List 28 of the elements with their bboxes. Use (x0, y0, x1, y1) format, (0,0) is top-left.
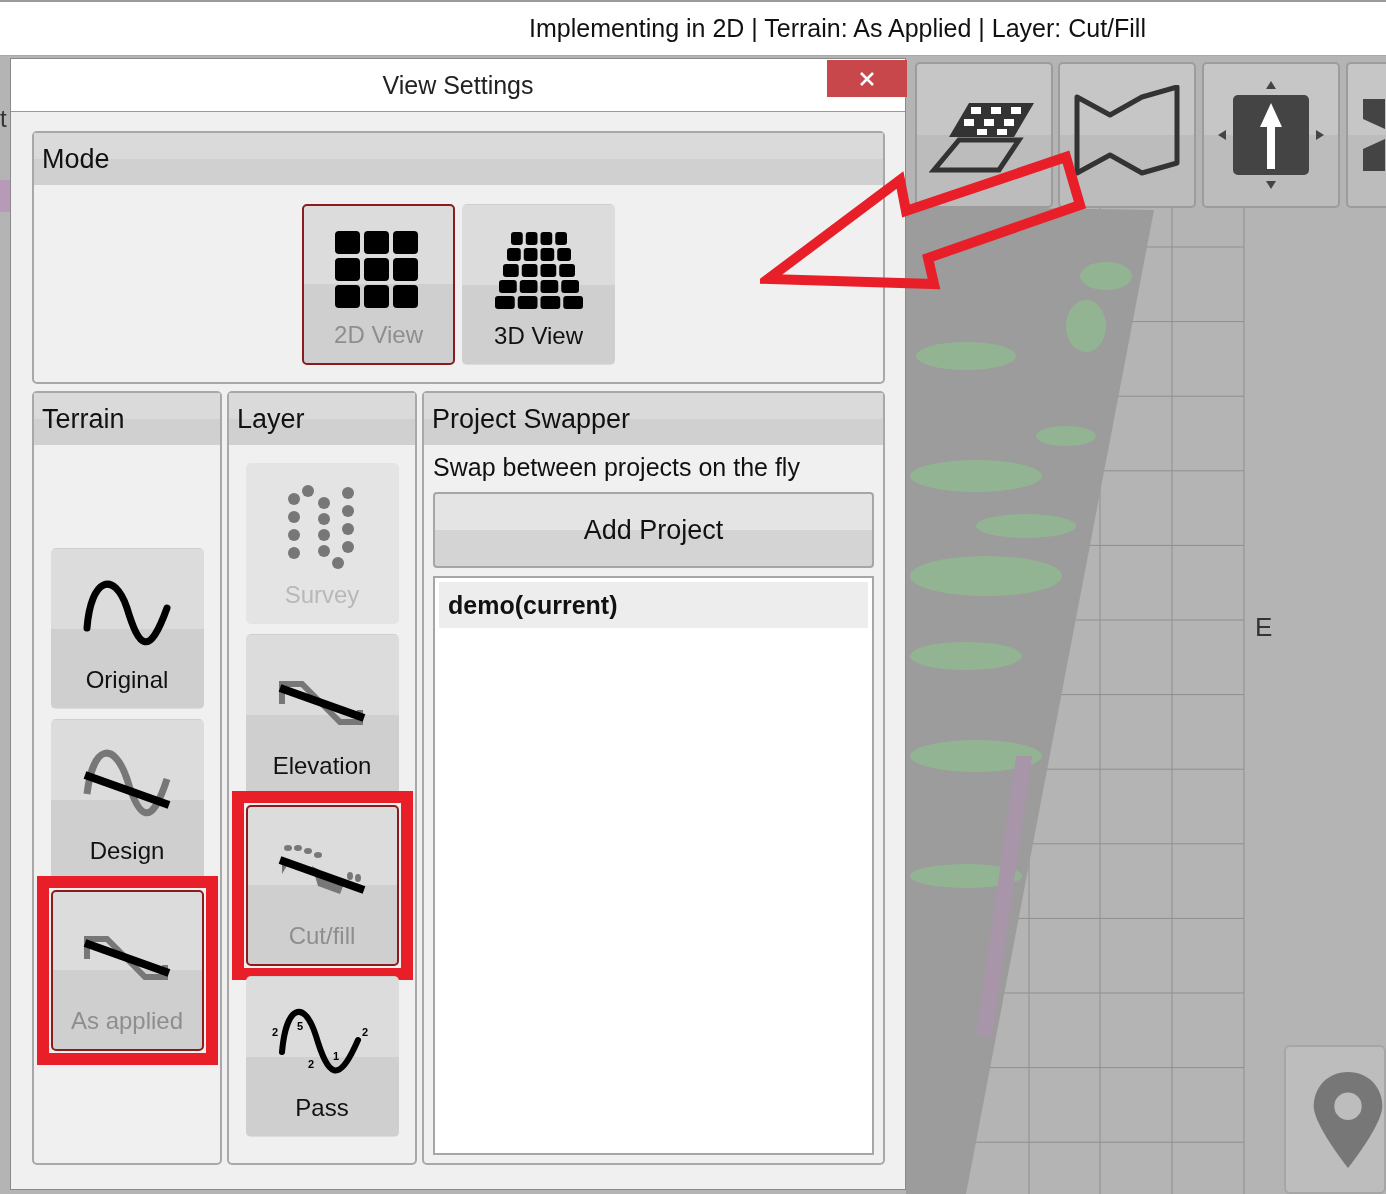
toolbar-button[interactable] (1346, 62, 1386, 208)
add-project-button[interactable]: Add Project (433, 492, 874, 568)
pass-count-label: 5 (297, 1020, 304, 1032)
pass-count-label: 2 (362, 1026, 369, 1038)
toolbar-icon (1362, 98, 1386, 172)
view-option-button[interactable]: 2 5 2 1 2 Pass (245, 976, 399, 1137)
cut-off-label: t (0, 105, 7, 133)
map-edge-strip (0, 180, 10, 212)
pass-count-label: 2 (272, 1026, 279, 1038)
window-title: Implementing in 2D | Terrain: As Applied | Layer: Cut/Fill (529, 14, 1146, 43)
view-option-button[interactable]: 3D View (462, 204, 615, 365)
close-icon (859, 70, 875, 87)
move-arrow-icon (1216, 79, 1326, 191)
layers-button[interactable] (915, 62, 1053, 208)
move-button[interactable] (1202, 62, 1340, 208)
close-button[interactable] (827, 60, 907, 97)
dialog-title: View Settings (382, 70, 534, 100)
pass-count-label: 2 (308, 1058, 315, 1070)
map-button[interactable] (1058, 62, 1196, 208)
view-option-button[interactable]: Original (50, 548, 204, 709)
panel-description: Swap between projects on the fly (432, 452, 801, 482)
panel-header: Project Swapper (424, 393, 883, 445)
panel-header: Mode (34, 133, 883, 185)
compass-label: E (1255, 612, 1273, 643)
pass-count-label: 1 (333, 1050, 340, 1062)
panel-header: Terrain (34, 393, 220, 445)
project-list-item[interactable]: demo(current) (439, 582, 868, 628)
panel-header: Layer (229, 393, 415, 445)
